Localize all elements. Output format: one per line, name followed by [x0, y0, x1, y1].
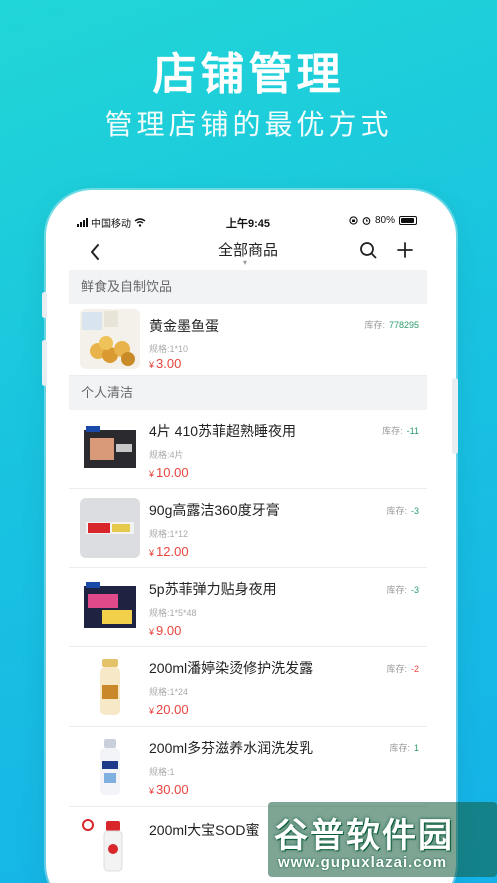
product-spec: 规格:1 — [149, 767, 175, 777]
product-image — [80, 737, 140, 797]
stock-info: 库存: -11 — [382, 424, 419, 437]
product-spec: 规格:1*24 — [149, 687, 189, 697]
battery-label: 80% — [374, 215, 395, 226]
stock-value: 778295 — [388, 320, 419, 330]
stock-label: 库存: — [386, 585, 407, 595]
navigation-bar: 全部商品 ▾ — [69, 234, 427, 270]
price-value: 20.00 — [156, 702, 189, 717]
product-row[interactable]: 4片 410苏菲超熟睡夜用 规格:4片 ¥10.00 库存: -11 — [69, 410, 427, 489]
product-price: ¥20.00 — [149, 702, 189, 717]
stock-info: 库存: -3 — [386, 583, 419, 596]
product-image — [80, 498, 140, 558]
currency-symbol: ¥ — [149, 627, 155, 637]
product-spec: 规格:4片 — [149, 450, 184, 460]
currency-symbol: ¥ — [149, 469, 155, 479]
product-image — [80, 309, 140, 369]
currency-symbol: ¥ — [149, 360, 155, 370]
stock-label: 库存: — [364, 320, 385, 330]
stock-info: 库存: -2 — [386, 662, 419, 675]
search-icon[interactable] — [359, 241, 377, 259]
product-row[interactable]: 黄金墨鱼蛋 规格:1*10 ¥3.00 库存: 778295 — [69, 304, 427, 376]
currency-symbol: ¥ — [149, 548, 155, 558]
stock-value: -3 — [410, 585, 419, 595]
phone-side-button — [42, 292, 47, 318]
product-name: 黄金墨鱼蛋 — [149, 318, 219, 334]
product-image — [80, 418, 140, 478]
product-price: ¥9.00 — [149, 623, 181, 638]
stock-label: 库存: — [386, 506, 407, 516]
product-name: 4片 410苏菲超熟睡夜用 — [149, 423, 297, 439]
price-value: 30.00 — [156, 782, 189, 797]
alarm-icon — [362, 217, 371, 225]
hero-subtitle: 管理店铺的最优方式 — [104, 109, 393, 140]
product-image — [80, 657, 140, 717]
product-name: 5p苏菲弹力贴身夜用 — [149, 581, 277, 597]
product-name: 200ml大宝SOD蜜 — [149, 822, 260, 838]
product-name: 90g高露洁360度牙膏 — [149, 502, 280, 518]
watermark-url: www.gupuxlazai.com — [278, 854, 448, 871]
watermark-text: 谷普软件园 — [274, 817, 454, 855]
product-row[interactable]: 5p苏菲弹力贴身夜用 规格:1*5*48 ¥9.00 库存: -3 — [69, 568, 427, 647]
product-row[interactable]: 90g高露洁360度牙膏 规格:1*12 ¥12.00 库存: -3 — [69, 489, 427, 568]
product-name: 200ml多芬滋养水润洗发乳 — [149, 740, 314, 756]
chevron-down-icon[interactable]: ▾ — [243, 258, 247, 267]
price-value: 3.00 — [156, 356, 182, 371]
stock-info: 库存: -3 — [386, 504, 419, 517]
phone-side-button — [42, 340, 47, 386]
price-value: 12.00 — [156, 544, 189, 559]
section-header: 鲜食及自制饮品 — [69, 270, 427, 304]
product-spec: 规格:1*5*48 — [149, 608, 197, 618]
product-spec: 规格:1*12 — [149, 529, 189, 539]
stock-value: -3 — [410, 506, 419, 516]
product-spec: 规格:1*10 — [149, 344, 189, 354]
price-value: 9.00 — [156, 623, 182, 638]
section-header: 个人清洁 — [69, 376, 427, 410]
stock-value: -2 — [410, 664, 419, 674]
product-name: 200ml潘婷染烫修护洗发露 — [149, 660, 314, 676]
phone-side-button — [452, 378, 458, 454]
product-price: ¥12.00 — [149, 544, 189, 559]
product-image — [80, 815, 140, 875]
product-price: ¥30.00 — [149, 782, 189, 797]
app-screen: 中国移动 上午9:45 80% 全部商品 ▾ 鲜食及自制饮品 黄金墨鱼蛋 规格:… — [69, 208, 427, 883]
plus-icon[interactable] — [397, 242, 413, 258]
hero-title: 店铺管理 — [152, 50, 345, 99]
stock-value: 1 — [413, 743, 419, 753]
price-value: 10.00 — [156, 465, 189, 480]
status-bar: 中国移动 上午9:45 80% — [69, 208, 427, 234]
site-watermark: 谷普软件园 www.gupuxlazai.com — [268, 796, 497, 883]
stock-value: -11 — [406, 426, 419, 436]
product-price: ¥10.00 — [149, 465, 189, 480]
product-image — [80, 576, 140, 636]
battery-icon — [399, 216, 417, 225]
currency-symbol: ¥ — [149, 786, 155, 796]
stock-label: 库存: — [382, 426, 403, 436]
product-row[interactable]: 200ml多芬滋养水润洗发乳 规格:1 ¥30.00 库存: 1 — [69, 727, 427, 807]
stock-info: 库存: 1 — [389, 741, 419, 754]
stock-label: 库存: — [389, 743, 410, 753]
stock-info: 库存: 778295 — [364, 318, 419, 331]
product-price: ¥3.00 — [149, 356, 181, 371]
currency-symbol: ¥ — [149, 706, 155, 716]
stock-label: 库存: — [386, 664, 407, 674]
product-row[interactable]: 200ml潘婷染烫修护洗发露 规格:1*24 ¥20.00 库存: -2 — [69, 647, 427, 727]
orientation-lock-icon — [349, 216, 358, 225]
